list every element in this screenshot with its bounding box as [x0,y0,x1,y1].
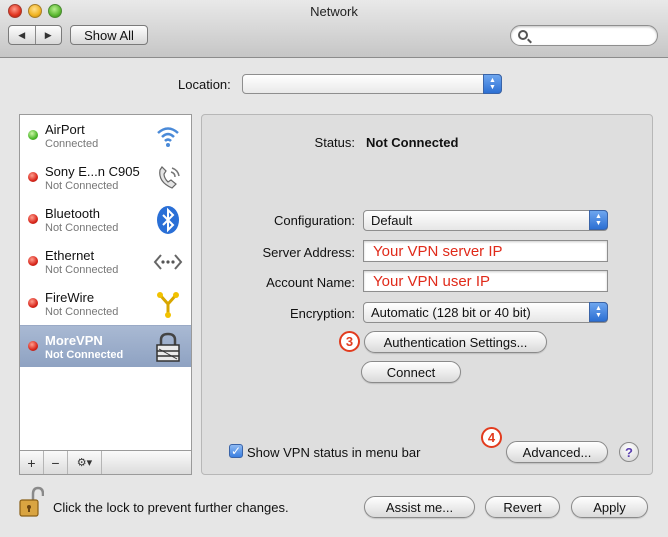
configuration-value: Default [371,213,413,228]
configuration-popup[interactable]: Default ▲ ▼ [363,210,608,231]
service-item-bluetooth[interactable]: Bluetooth Not Connected [20,199,191,241]
help-button[interactable]: ? [619,442,639,462]
server-address-label: Server Address: [262,245,356,260]
account-name-field[interactable]: Your VPN user IP [363,270,608,292]
service-list: AirPort Connected Sony E...n C905 Not Co… [19,114,192,451]
search-icon [518,30,528,40]
show-vpn-status-label: Show VPN status in menu bar [247,445,421,460]
service-status: Not Connected [45,180,119,192]
service-name: Bluetooth [45,206,100,221]
server-address-field[interactable]: Your VPN server IP [363,240,608,262]
encryption-label: Encryption: [289,306,355,321]
step-badge-3: 3 [339,331,360,352]
unlocked-padlock-icon[interactable] [18,486,44,518]
service-name: MoreVPN [45,333,103,348]
service-list-toolbar: + − ⚙▾ [19,451,192,475]
status-dot-icon [28,130,38,140]
search-input[interactable] [533,28,653,43]
step-badge-4: 4 [481,427,502,448]
popup-arrows-icon: ▲ ▼ [589,302,608,322]
authentication-settings-button[interactable]: Authentication Settings... [364,331,547,353]
ethernet-icon [153,254,183,270]
lock-hint-text: Click the lock to prevent further change… [53,500,289,515]
status-dot-icon [28,256,38,266]
search-field[interactable] [510,25,658,46]
location-label: Location: [178,77,231,92]
assist-me-button[interactable]: Assist me... [364,496,475,518]
service-status: Not Connected [45,222,119,234]
service-item-airport[interactable]: AirPort Connected [20,115,191,157]
remove-service-button[interactable]: − [44,451,68,474]
add-service-button[interactable]: + [20,451,44,474]
title-bar: Network ◀ ▶ Show All [0,0,668,58]
firewire-icon [157,292,179,318]
status-value: Not Connected [366,135,459,150]
bluetooth-icon [157,206,179,234]
show-all-button[interactable]: Show All [70,25,148,45]
forward-arrow-icon[interactable]: ▶ [34,26,62,44]
service-name: AirPort [45,122,85,137]
service-status: Not Connected [45,349,124,361]
service-item-sony-phone[interactable]: Sony E...n C905 Not Connected [20,157,191,199]
encryption-value: Automatic (128 bit or 40 bit) [371,305,531,320]
service-name: Sony E...n C905 [45,164,140,179]
gear-menu-button[interactable]: ⚙▾ [68,451,102,474]
revert-button[interactable]: Revert [485,496,560,518]
vpn-lock-icon [156,332,180,362]
service-item-firewire[interactable]: FireWire Not Connected [20,283,191,325]
service-name: FireWire [45,290,95,305]
location-popup[interactable]: ▲ ▼ [242,74,502,94]
status-dot-icon [28,214,38,224]
vpn-detail-panel [201,114,653,475]
service-item-morevpn[interactable]: MoreVPN Not Connected [20,325,191,367]
encryption-popup[interactable]: Automatic (128 bit or 40 bit) ▲ ▼ [363,302,608,323]
status-dot-icon [28,341,38,351]
back-arrow-icon[interactable]: ◀ [9,26,35,44]
apply-button[interactable]: Apply [571,496,648,518]
status-label: Status: [314,135,355,150]
phone-modem-icon [159,166,180,189]
configuration-label: Configuration: [274,213,355,228]
service-status: Not Connected [45,264,119,276]
popup-arrows-icon: ▲ ▼ [589,210,608,230]
status-dot-icon [28,172,38,182]
service-name: Ethernet [45,248,95,263]
advanced-button[interactable]: Advanced... [506,441,608,463]
popup-arrows-icon: ▲ ▼ [483,74,502,94]
service-status: Connected [45,138,99,150]
connect-button[interactable]: Connect [361,361,461,383]
service-item-ethernet[interactable]: Ethernet Not Connected [20,241,191,283]
network-preferences-window: Network ◀ ▶ Show All Location: ▲ ▼ AirPor… [0,0,668,537]
back-forward-control: ◀ ▶ [8,25,62,45]
status-dot-icon [28,298,38,308]
show-vpn-status-checkbox[interactable]: ✓ [229,444,243,458]
account-name-label: Account Name: [266,275,355,290]
service-status: Not Connected [45,306,119,318]
window-title: Network [310,4,358,19]
wifi-icon [157,127,179,147]
